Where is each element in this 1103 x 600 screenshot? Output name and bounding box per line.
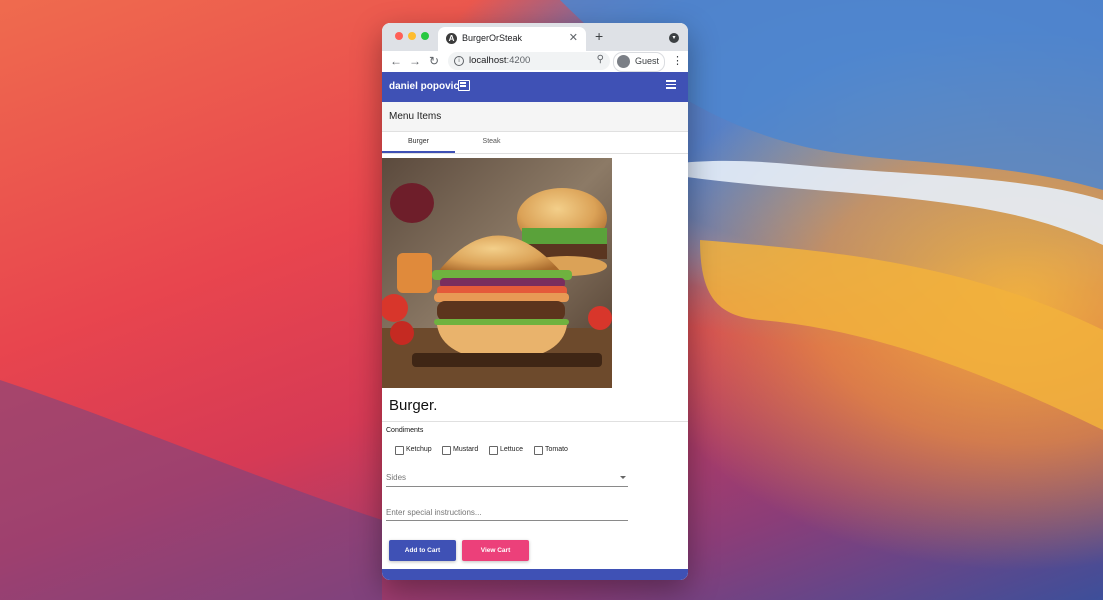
- item-title: Burger.: [389, 397, 438, 414]
- maximize-window-button[interactable]: [421, 32, 429, 40]
- app-footer: [382, 569, 688, 580]
- profile-button[interactable]: Guest: [613, 52, 665, 72]
- zoom-icon[interactable]: ⚲: [597, 54, 604, 65]
- profile-avatar-icon: [617, 55, 630, 68]
- dropdown-arrow-icon[interactable]: [620, 476, 626, 479]
- tab-search-icon[interactable]: ▾: [669, 33, 679, 43]
- tab-burger[interactable]: Burger: [382, 131, 455, 153]
- checkbox-box[interactable]: [442, 446, 451, 455]
- tab-title: BurgerOrSteak: [462, 33, 523, 43]
- tab-steak[interactable]: Steak: [455, 131, 528, 153]
- browser-toolbar: ← → ↻ i localhost:4200 ⚲ Guest ⋮: [382, 51, 688, 73]
- profile-label: Guest: [635, 56, 660, 66]
- browser-tab[interactable]: A BurgerOrSteak ✕: [438, 27, 586, 51]
- tab-strip: A BurgerOrSteak ✕ + ▾: [382, 23, 688, 51]
- brand-title[interactable]: daniel popovic_: [389, 81, 465, 92]
- checkbox-label[interactable]: Lettuce: [500, 446, 523, 453]
- sides-select[interactable]: Sides: [386, 470, 628, 487]
- close-icon[interactable]: ✕: [569, 31, 578, 44]
- url-port: :4200: [506, 55, 531, 66]
- section-title: Menu Items: [389, 111, 442, 122]
- add-to-cart-button[interactable]: Add to Cart: [389, 540, 456, 561]
- special-instructions-input[interactable]: [386, 506, 626, 518]
- back-arrow-icon[interactable]: ←: [390, 54, 402, 68]
- browser-window: A BurgerOrSteak ✕ + ▾ ← → ↻ i localhost:…: [382, 23, 688, 580]
- hamburger-menu-icon[interactable]: [666, 80, 676, 89]
- checkbox-box[interactable]: [534, 446, 543, 455]
- menu-book-icon: [458, 80, 470, 91]
- forward-arrow-icon[interactable]: →: [409, 54, 421, 68]
- app-content: daniel popovic_ Menu Items Burger Steak: [382, 72, 688, 580]
- checkbox-box[interactable]: [395, 446, 404, 455]
- instructions-field: [386, 504, 628, 521]
- menu-tabs: Burger Steak: [382, 131, 688, 154]
- info-icon[interactable]: i: [454, 56, 464, 66]
- condiments-label: Condiments: [386, 427, 424, 434]
- checkbox-label[interactable]: Tomato: [545, 446, 568, 453]
- section-header: Menu Items: [382, 102, 688, 132]
- view-cart-button[interactable]: View Cart: [462, 540, 529, 561]
- angular-icon: A: [446, 33, 457, 44]
- address-bar[interactable]: i localhost:4200 ⚲: [448, 52, 610, 70]
- checkbox-label[interactable]: Mustard: [453, 446, 478, 453]
- minimize-window-button[interactable]: [408, 32, 416, 40]
- close-window-button[interactable]: [395, 32, 403, 40]
- checkbox-label[interactable]: Ketchup: [406, 446, 432, 453]
- checkbox-box[interactable]: [489, 446, 498, 455]
- sides-placeholder: Sides: [386, 473, 407, 482]
- more-vert-icon[interactable]: ⋮: [672, 54, 683, 67]
- app-header: daniel popovic_: [382, 72, 688, 102]
- new-tab-button[interactable]: +: [595, 28, 603, 44]
- url-host: localhost: [469, 55, 507, 66]
- reload-icon[interactable]: ↻: [429, 54, 439, 68]
- url-text: localhost:4200: [469, 55, 530, 66]
- divider: [382, 421, 688, 422]
- burger-photo: [382, 158, 612, 388]
